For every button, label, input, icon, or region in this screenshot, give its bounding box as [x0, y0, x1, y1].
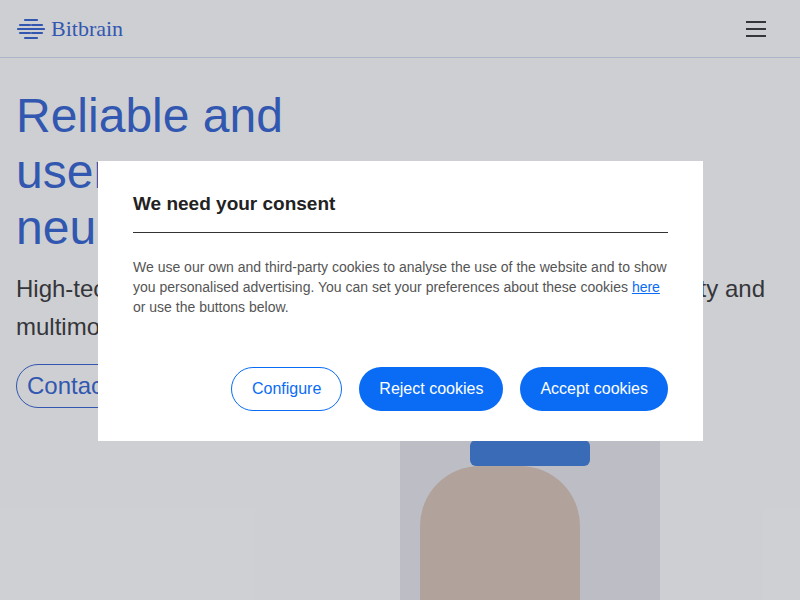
consent-modal: We need your consent We use our own and t…: [98, 161, 703, 441]
consent-text-part: We use our own and third-party cookies t…: [133, 259, 667, 295]
consent-button[interactable]: Configure: [231, 367, 342, 411]
consent-button[interactable]: Reject cookies: [359, 367, 503, 411]
button-label: Configure: [252, 377, 321, 401]
button-label: Reject cookies: [379, 377, 483, 401]
consent-text-part: or use the buttons below.: [133, 299, 289, 315]
consent-buttons: Configure Reject cookies Accept cookies: [133, 367, 668, 411]
preferences-link[interactable]: here: [632, 279, 660, 295]
consent-text: We use our own and third-party cookies t…: [133, 257, 668, 317]
consent-button[interactable]: Accept cookies: [520, 367, 668, 411]
button-label: Accept cookies: [540, 377, 648, 401]
consent-title: We need your consent: [133, 192, 668, 233]
